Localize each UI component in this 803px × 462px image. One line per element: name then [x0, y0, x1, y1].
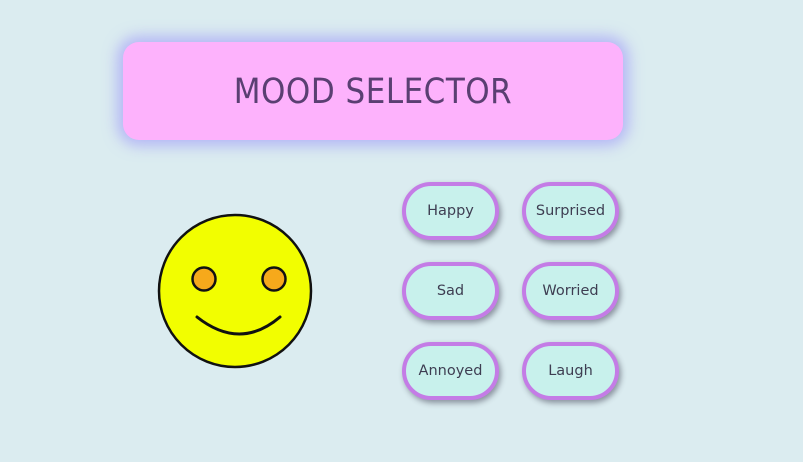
mood-button-worried[interactable]: Worried: [522, 262, 619, 320]
mood-button-sad[interactable]: Sad: [402, 262, 499, 320]
left-eye: [191, 266, 217, 292]
mood-button-surprised[interactable]: Surprised: [522, 182, 619, 240]
title-banner: MOOD SELECTOR: [123, 42, 623, 140]
smiley-face-icon: [157, 213, 313, 369]
right-eye: [261, 266, 287, 292]
page-title: MOOD SELECTOR: [233, 71, 513, 113]
mood-button-happy[interactable]: Happy: [402, 182, 499, 240]
mood-button-annoyed[interactable]: Annoyed: [402, 342, 499, 400]
mood-button-laugh[interactable]: Laugh: [522, 342, 619, 400]
face-circle: [157, 213, 313, 369]
